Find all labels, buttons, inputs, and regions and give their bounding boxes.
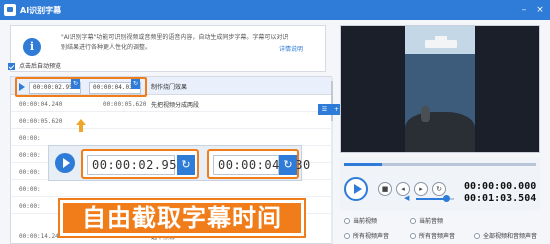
details-link[interactable]: 详情说明 — [279, 44, 303, 53]
time-zoom-panel: 00:00:02.950 ↻ 00:00:04.030 ↻ — [48, 145, 310, 181]
list-icon[interactable]: ☰ — [321, 106, 328, 113]
selected-time-highlight: 00:00:02.950 ↻ 00:00:04.030 ↻ — [15, 77, 147, 97]
minimize-button[interactable]: – — [518, 4, 530, 16]
row-start-time: 00:00: — [19, 186, 41, 193]
seek-bar[interactable] — [344, 163, 536, 166]
zoom-start-field[interactable]: 00:00:02.950 — [87, 155, 184, 175]
player-controls: ■ ◂ ▸ ↻ ◀ 00:00:00.000 00:01:03.504 — [340, 157, 540, 211]
insert-icon[interactable]: + — [333, 106, 340, 113]
row-start-time: 00:00:14.240 — [19, 233, 63, 240]
option-current-video[interactable]: 当前视频 — [344, 218, 377, 226]
row-start-time: 00:00: — [19, 169, 41, 176]
next-frame-icon[interactable]: ▸ — [414, 182, 428, 196]
row-text: 先把视频分成两段 — [151, 102, 200, 109]
zoom-set-end-icon[interactable]: ↻ — [279, 155, 297, 175]
subtitle-row[interactable]: 00:00: — [11, 130, 333, 146]
row-start-time: 00:00:04.240 — [19, 101, 63, 108]
zoom-play-icon[interactable] — [55, 153, 75, 173]
radio-icon[interactable] — [410, 218, 416, 224]
radio-icon[interactable] — [344, 218, 350, 224]
zoom-end-field[interactable]: 00:00:04.030 — [213, 155, 310, 175]
audio-source-options: 当前视频 当前音频 所有视频声音 所有音频声音 全部视频和音频声音 — [340, 212, 540, 244]
auto-preview-label: 点击后自动预览 — [19, 63, 62, 70]
stop-icon[interactable]: ■ — [378, 182, 392, 196]
loop-icon[interactable]: ↻ — [432, 182, 446, 196]
zoom-start-group: 00:00:02.950 ↻ — [81, 149, 199, 179]
app-icon — [4, 4, 16, 16]
volume-knob[interactable] — [443, 195, 451, 202]
title-bar: AI识别字幕 – × — [0, 0, 550, 20]
feature-banner: 自由截取字幕时间 — [58, 198, 306, 238]
option-current-audio[interactable]: 当前音频 — [410, 218, 443, 226]
set-start-icon[interactable]: ↻ — [71, 79, 80, 89]
volume-slider[interactable] — [416, 195, 454, 202]
row-start-time: 00:00: — [19, 203, 41, 210]
window-title: AI识别字幕 — [20, 6, 62, 15]
row-start-time: 00:00:05.620 — [19, 118, 63, 125]
subtitle-row[interactable]: 00:00:04.240 00:00:05.620 先把视频分成两段 — [11, 96, 333, 112]
selected-subtitle-text[interactable]: 制作烧门效果 — [151, 82, 187, 91]
video-preview — [340, 25, 540, 153]
close-button[interactable]: × — [534, 4, 546, 16]
video-frame — [405, 26, 475, 152]
option-all-video[interactable]: 所有视频声音 — [344, 233, 389, 241]
callout-arrow-icon — [76, 119, 86, 133]
seek-progress — [344, 163, 383, 166]
main-content: i "AI识别字幕"功能可识别视频或音频里的语音内容，自动生成同步字幕。字幕可以… — [0, 20, 550, 244]
info-icon: i — [23, 38, 41, 56]
boat-image — [425, 36, 457, 48]
row-end-time: 00:00:05.620 — [103, 101, 147, 108]
row-play-icon[interactable] — [19, 83, 25, 91]
subtitle-row[interactable]: 00:00:05.620 — [11, 113, 333, 129]
auto-preview-checkbox[interactable] — [8, 63, 15, 70]
radio-icon[interactable] — [474, 233, 480, 239]
info-text: "AI识别字幕"功能可识别视频或音频里的语音内容，自动生成同步字幕。字幕可以对识… — [61, 34, 289, 51]
volume-icon[interactable]: ◀ — [404, 194, 412, 202]
option-all-video-audio[interactable]: 全部视频和音频声音 — [474, 233, 537, 241]
option-all-audio[interactable]: 所有音频声音 — [410, 233, 455, 241]
row-start-time: 00:00: — [19, 135, 41, 142]
zoom-end-group: 00:00:04.030 ↻ — [207, 149, 310, 179]
scroll-thumb[interactable] — [331, 81, 333, 121]
zoom-set-start-icon[interactable]: ↻ — [177, 155, 195, 175]
row-start-time: 00:00: — [19, 152, 41, 159]
radio-icon[interactable] — [344, 233, 350, 239]
radio-icon[interactable] — [410, 233, 416, 239]
selected-subtitle-row[interactable]: 00:00:02.950 ↻ 00:00:04.030 ↻ 制作烧门效果 — [11, 77, 333, 97]
total-time: 00:01:03.504 — [464, 193, 537, 204]
play-button[interactable] — [344, 177, 368, 201]
list-scrollbar[interactable] — [331, 77, 333, 244]
current-time: 00:00:00.000 — [464, 181, 537, 192]
set-end-icon[interactable]: ↻ — [131, 79, 140, 89]
bird-image — [421, 106, 430, 122]
subtitle-row[interactable]: 00:00: — [11, 181, 333, 197]
